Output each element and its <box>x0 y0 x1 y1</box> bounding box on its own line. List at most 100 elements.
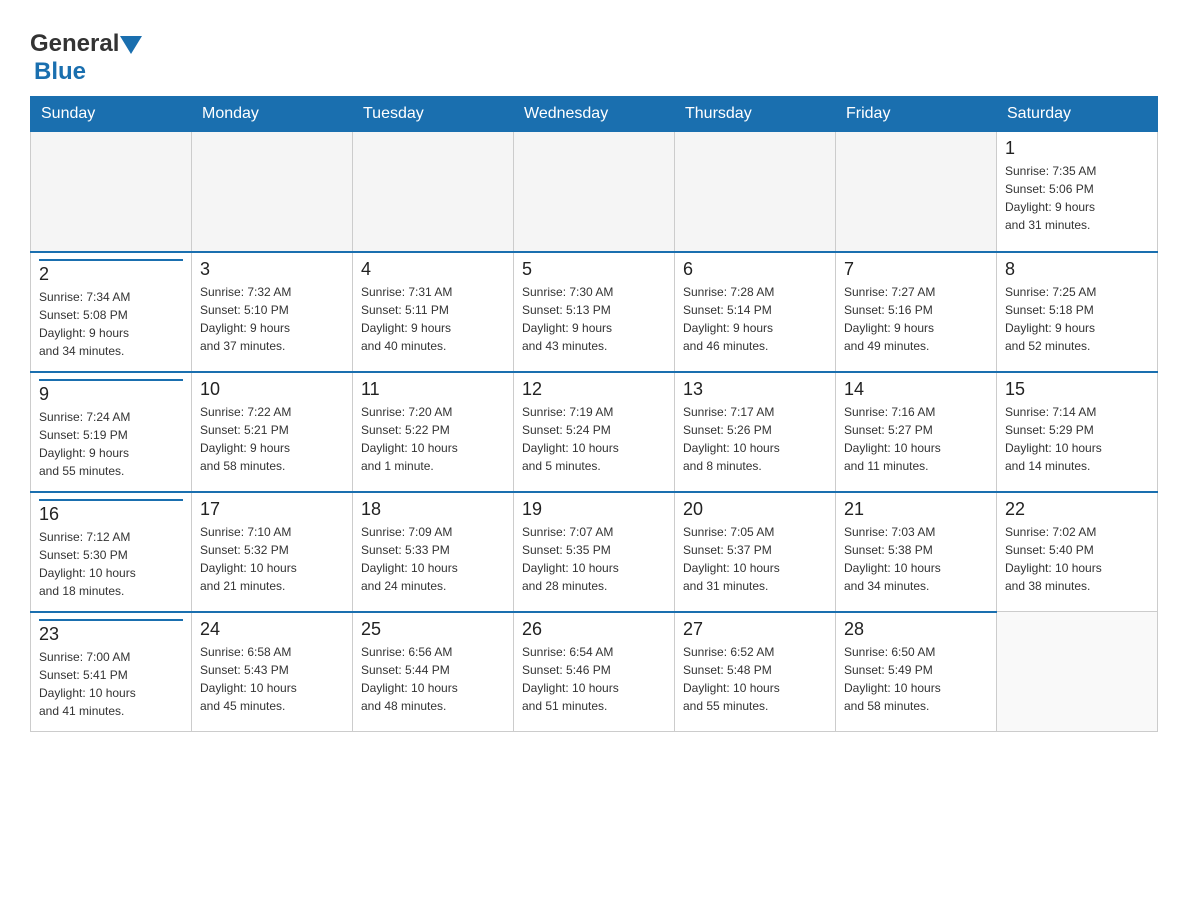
day-number: 20 <box>683 499 827 520</box>
day-number: 21 <box>844 499 988 520</box>
day-info: Sunrise: 7:20 AM Sunset: 5:22 PM Dayligh… <box>361 403 505 475</box>
day-number: 9 <box>39 379 183 405</box>
calendar-cell: 21 Sunrise: 7:03 AM Sunset: 5:38 PM Dayli… <box>836 492 997 612</box>
day-number: 12 <box>522 379 666 400</box>
calendar-cell: 8 Sunrise: 7:25 AM Sunset: 5:18 PM Daylig… <box>997 252 1158 372</box>
day-number: 27 <box>683 619 827 640</box>
day-info: Sunrise: 7:28 AM Sunset: 5:14 PM Dayligh… <box>683 283 827 355</box>
calendar-table: SundayMondayTuesdayWednesdayThursdayFrid… <box>30 96 1158 732</box>
calendar-cell: 9 Sunrise: 7:24 AM Sunset: 5:19 PM Daylig… <box>31 372 192 492</box>
weekday-header-row: SundayMondayTuesdayWednesdayThursdayFrid… <box>31 97 1158 132</box>
calendar-cell: 20Sunrise: 7:05 AM Sunset: 5:37 PM Dayli… <box>675 492 836 612</box>
weekday-header-saturday: Saturday <box>997 97 1158 132</box>
calendar-cell <box>31 132 192 252</box>
day-info: Sunrise: 7:34 AM Sunset: 5:08 PM Dayligh… <box>39 288 183 360</box>
calendar-cell: 22Sunrise: 7:02 AM Sunset: 5:40 PM Dayli… <box>997 492 1158 612</box>
day-info: Sunrise: 7:31 AM Sunset: 5:11 PM Dayligh… <box>361 283 505 355</box>
calendar-cell: 12 Sunrise: 7:19 AM Sunset: 5:24 PM Dayli… <box>514 372 675 492</box>
day-info: Sunrise: 7:12 AM Sunset: 5:30 PM Dayligh… <box>39 528 183 600</box>
calendar-cell <box>675 132 836 252</box>
day-number: 18 <box>361 499 505 520</box>
day-info: Sunrise: 7:32 AM Sunset: 5:10 PM Dayligh… <box>200 283 344 355</box>
calendar-cell <box>836 132 997 252</box>
day-info: Sunrise: 7:03 AM Sunset: 5:38 PM Dayligh… <box>844 523 988 595</box>
calendar-cell: 2 Sunrise: 7:34 AM Sunset: 5:08 PM Daylig… <box>31 252 192 372</box>
week-row-4: 16 Sunrise: 7:12 AM Sunset: 5:30 PM Dayli… <box>31 492 1158 612</box>
day-info: Sunrise: 6:58 AM Sunset: 5:43 PM Dayligh… <box>200 643 344 715</box>
day-info: Sunrise: 7:00 AM Sunset: 5:41 PM Dayligh… <box>39 648 183 720</box>
calendar-cell <box>192 132 353 252</box>
day-info: Sunrise: 7:07 AM Sunset: 5:35 PM Dayligh… <box>522 523 666 595</box>
weekday-header-thursday: Thursday <box>675 97 836 132</box>
calendar-cell: 25 Sunrise: 6:56 AM Sunset: 5:44 PM Dayli… <box>353 612 514 732</box>
day-number: 26 <box>522 619 666 640</box>
calendar-cell: 18 Sunrise: 7:09 AM Sunset: 5:33 PM Dayli… <box>353 492 514 612</box>
calendar-cell: 27 Sunrise: 6:52 AM Sunset: 5:48 PM Dayli… <box>675 612 836 732</box>
calendar-cell: 24 Sunrise: 6:58 AM Sunset: 5:43 PM Dayli… <box>192 612 353 732</box>
calendar-cell: 7 Sunrise: 7:27 AM Sunset: 5:16 PM Daylig… <box>836 252 997 372</box>
calendar-cell: 16 Sunrise: 7:12 AM Sunset: 5:30 PM Dayli… <box>31 492 192 612</box>
day-info: Sunrise: 7:30 AM Sunset: 5:13 PM Dayligh… <box>522 283 666 355</box>
calendar-cell <box>353 132 514 252</box>
calendar-cell: 4 Sunrise: 7:31 AM Sunset: 5:11 PM Daylig… <box>353 252 514 372</box>
logo-blue: Blue <box>34 58 86 85</box>
day-number: 7 <box>844 259 988 280</box>
day-number: 14 <box>844 379 988 400</box>
weekday-header-friday: Friday <box>836 97 997 132</box>
day-info: Sunrise: 6:56 AM Sunset: 5:44 PM Dayligh… <box>361 643 505 715</box>
day-number: 8 <box>1005 259 1149 280</box>
calendar-cell: 3 Sunrise: 7:32 AM Sunset: 5:10 PM Daylig… <box>192 252 353 372</box>
day-info: Sunrise: 7:19 AM Sunset: 5:24 PM Dayligh… <box>522 403 666 475</box>
day-info: Sunrise: 7:09 AM Sunset: 5:33 PM Dayligh… <box>361 523 505 595</box>
day-info: Sunrise: 6:50 AM Sunset: 5:49 PM Dayligh… <box>844 643 988 715</box>
calendar-cell: 19 Sunrise: 7:07 AM Sunset: 5:35 PM Dayli… <box>514 492 675 612</box>
logo-general: General <box>30 30 119 58</box>
day-info: Sunrise: 7:14 AM Sunset: 5:29 PM Dayligh… <box>1005 403 1149 475</box>
week-row-3: 9 Sunrise: 7:24 AM Sunset: 5:19 PM Daylig… <box>31 372 1158 492</box>
day-info: Sunrise: 6:54 AM Sunset: 5:46 PM Dayligh… <box>522 643 666 715</box>
day-number: 2 <box>39 259 183 285</box>
day-number: 4 <box>361 259 505 280</box>
calendar-cell: 6Sunrise: 7:28 AM Sunset: 5:14 PM Daylig… <box>675 252 836 372</box>
weekday-header-tuesday: Tuesday <box>353 97 514 132</box>
week-row-1: 1 Sunrise: 7:35 AM Sunset: 5:06 PM Daylig… <box>31 132 1158 252</box>
day-number: 28 <box>844 619 988 640</box>
logo[interactable]: General Blue <box>30 20 142 86</box>
day-info: Sunrise: 7:17 AM Sunset: 5:26 PM Dayligh… <box>683 403 827 475</box>
calendar-cell: 11Sunrise: 7:20 AM Sunset: 5:22 PM Dayli… <box>353 372 514 492</box>
day-number: 1 <box>1005 138 1149 159</box>
day-info: Sunrise: 7:22 AM Sunset: 5:21 PM Dayligh… <box>200 403 344 475</box>
logo-triangle-icon <box>120 36 142 54</box>
calendar-cell: 15 Sunrise: 7:14 AM Sunset: 5:29 PM Dayli… <box>997 372 1158 492</box>
calendar-cell: 10 Sunrise: 7:22 AM Sunset: 5:21 PM Dayli… <box>192 372 353 492</box>
day-number: 19 <box>522 499 666 520</box>
day-number: 23 <box>39 619 183 645</box>
day-info: Sunrise: 7:35 AM Sunset: 5:06 PM Dayligh… <box>1005 162 1149 234</box>
day-number: 15 <box>1005 379 1149 400</box>
day-number: 25 <box>361 619 505 640</box>
page-header: General Blue <box>30 20 1158 86</box>
day-number: 22 <box>1005 499 1149 520</box>
calendar-cell: 23 Sunrise: 7:00 AM Sunset: 5:41 PM Dayli… <box>31 612 192 732</box>
day-info: Sunrise: 7:25 AM Sunset: 5:18 PM Dayligh… <box>1005 283 1149 355</box>
calendar-cell: 26 Sunrise: 6:54 AM Sunset: 5:46 PM Dayli… <box>514 612 675 732</box>
week-row-5: 23 Sunrise: 7:00 AM Sunset: 5:41 PM Dayli… <box>31 612 1158 732</box>
week-row-2: 2 Sunrise: 7:34 AM Sunset: 5:08 PM Daylig… <box>31 252 1158 372</box>
calendar-cell: 14 Sunrise: 7:16 AM Sunset: 5:27 PM Dayli… <box>836 372 997 492</box>
day-number: 10 <box>200 379 344 400</box>
day-number: 13 <box>683 379 827 400</box>
calendar-cell: 5 Sunrise: 7:30 AM Sunset: 5:13 PM Daylig… <box>514 252 675 372</box>
calendar-cell: 28 Sunrise: 6:50 AM Sunset: 5:49 PM Dayli… <box>836 612 997 732</box>
day-number: 24 <box>200 619 344 640</box>
day-info: Sunrise: 7:10 AM Sunset: 5:32 PM Dayligh… <box>200 523 344 595</box>
calendar-cell: 13 Sunrise: 7:17 AM Sunset: 5:26 PM Dayli… <box>675 372 836 492</box>
day-info: Sunrise: 7:27 AM Sunset: 5:16 PM Dayligh… <box>844 283 988 355</box>
day-number: 16 <box>39 499 183 525</box>
day-info: Sunrise: 6:52 AM Sunset: 5:48 PM Dayligh… <box>683 643 827 715</box>
day-info: Sunrise: 7:24 AM Sunset: 5:19 PM Dayligh… <box>39 408 183 480</box>
calendar-cell <box>997 612 1158 732</box>
day-info: Sunrise: 7:16 AM Sunset: 5:27 PM Dayligh… <box>844 403 988 475</box>
day-number: 5 <box>522 259 666 280</box>
day-number: 17 <box>200 499 344 520</box>
day-number: 3 <box>200 259 344 280</box>
